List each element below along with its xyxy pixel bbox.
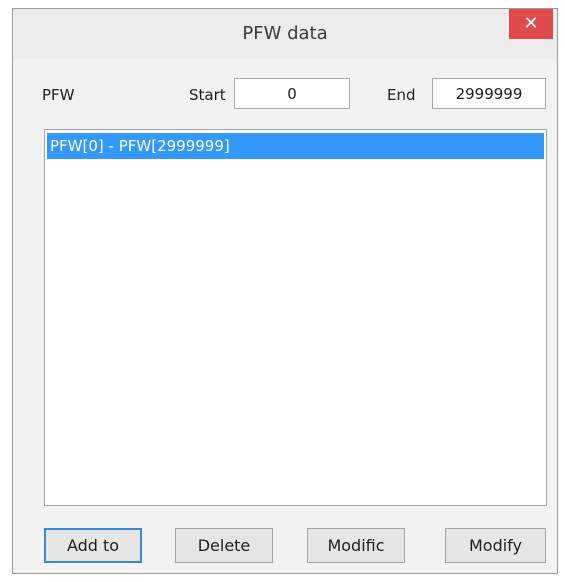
close-button[interactable]: ✕	[509, 9, 553, 39]
modific-button[interactable]: Modific	[307, 528, 405, 563]
type-label: PFW	[42, 86, 75, 104]
end-input[interactable]	[432, 78, 546, 109]
start-input[interactable]	[234, 78, 350, 109]
range-listbox[interactable]: PFW[0] - PFW[2999999]	[44, 129, 547, 506]
dialog-body: PFW Start End PFW[0] - PFW[2999999] Add …	[14, 59, 556, 572]
pfw-data-dialog: PFW data ✕ PFW Start End PFW[0] - PFW[29…	[12, 8, 558, 574]
close-icon: ✕	[523, 13, 539, 34]
start-label: Start	[189, 86, 226, 104]
modify-button[interactable]: Modify	[445, 528, 546, 563]
delete-button[interactable]: Delete	[175, 528, 273, 563]
end-label: End	[387, 86, 416, 104]
add-to-button[interactable]: Add to	[44, 528, 142, 563]
list-item[interactable]: PFW[0] - PFW[2999999]	[47, 133, 544, 159]
window-title: PFW data	[242, 23, 328, 44]
title-bar[interactable]: PFW data ✕	[13, 9, 557, 59]
